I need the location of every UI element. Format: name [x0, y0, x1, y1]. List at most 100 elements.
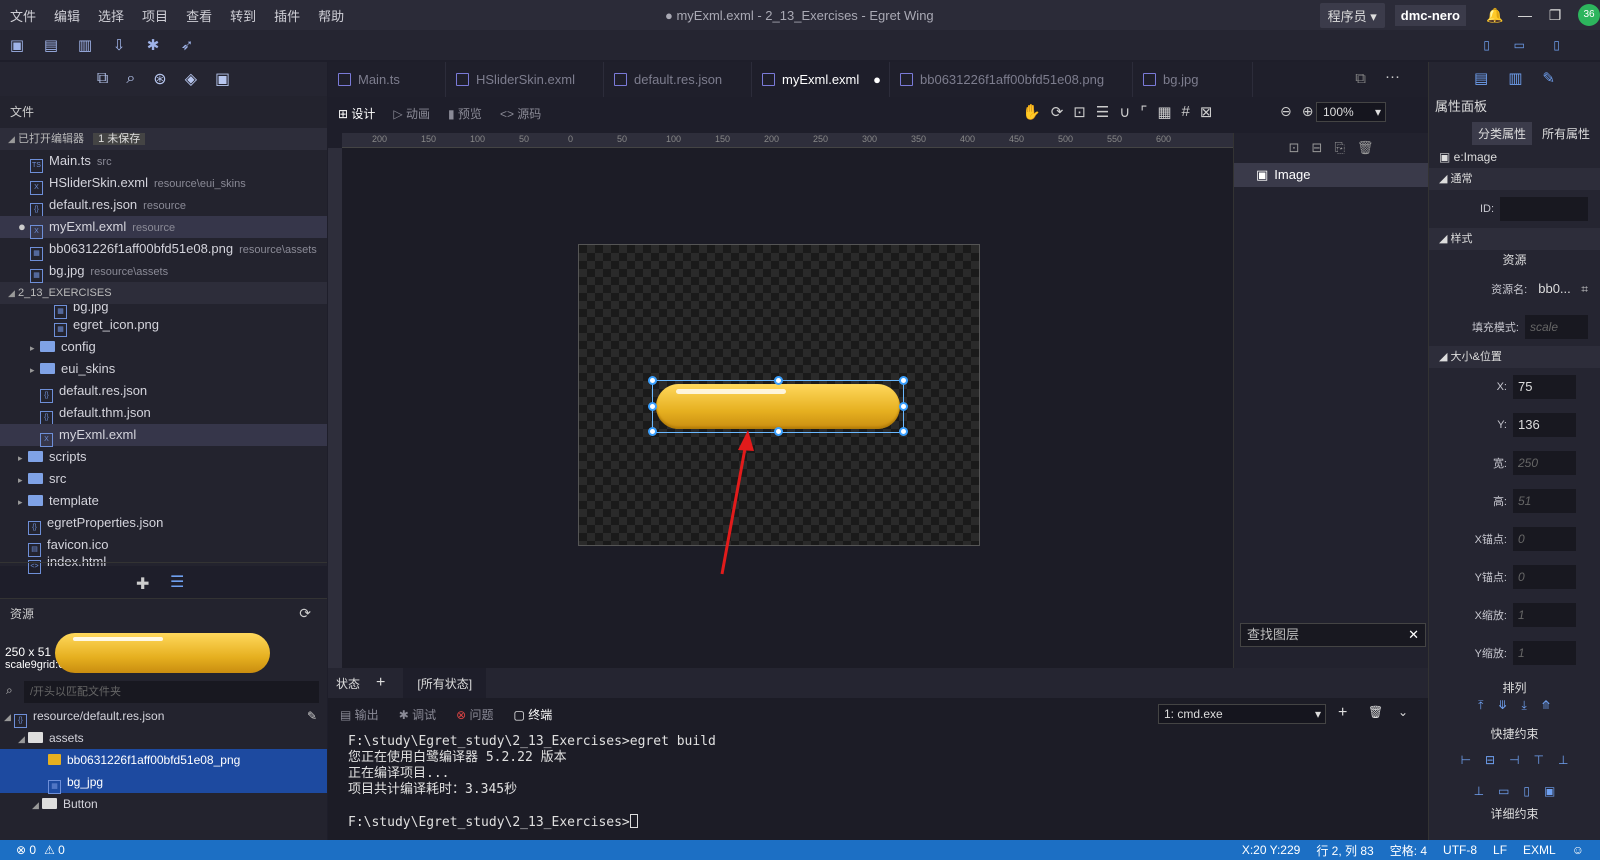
bring-front-icon[interactable]: ⤒: [1478, 698, 1483, 724]
tab-debug[interactable]: ✱ 调试: [399, 706, 436, 723]
id-input[interactable]: [1500, 197, 1588, 221]
zoom-select[interactable]: 100% ▾: [1316, 102, 1386, 122]
layer-search-input[interactable]: 查找图层 ✕: [1240, 623, 1426, 647]
tab-png[interactable]: bb0631226f1aff00bfd51e08.png: [890, 62, 1133, 97]
constraint-right-icon[interactable]: ⊣: [1509, 753, 1519, 767]
send-back-icon[interactable]: ⤊: [1541, 698, 1551, 724]
constraint-fill-icon[interactable]: ▣: [1544, 784, 1555, 798]
add-state-icon[interactable]: +: [376, 674, 385, 692]
zoom-out-icon[interactable]: ⊖: [1280, 103, 1292, 120]
open-file-item-active[interactable]: ● XmyExml.exml resource: [0, 216, 327, 239]
open-editors-header[interactable]: ◢ 已打开编辑器 1 未保存: [0, 128, 327, 150]
project-header[interactable]: ◢ 2_13_EXERCISES: [0, 282, 327, 304]
git-icon[interactable]: ⊛: [153, 69, 166, 89]
tab-bg[interactable]: bg.jpg: [1133, 62, 1253, 97]
menu-view[interactable]: 查看: [186, 6, 212, 25]
constraint-hfill-icon[interactable]: ▭: [1498, 784, 1509, 798]
design-canvas[interactable]: [342, 148, 1233, 668]
menu-goto[interactable]: 转到: [230, 6, 256, 25]
menu-plugins[interactable]: 插件: [274, 6, 300, 25]
width-input[interactable]: 250: [1513, 451, 1576, 475]
menu-edit[interactable]: 编辑: [54, 6, 80, 25]
clear-icon[interactable]: ✕: [1408, 624, 1419, 646]
tree-item[interactable]: {} default.thm.json: [0, 402, 327, 425]
constraint-vcenter-icon[interactable]: ⊥: [1474, 784, 1484, 798]
section-size-position[interactable]: ◢ 大小&位置: [1429, 346, 1600, 368]
corner-icon[interactable]: ⌜: [1140, 103, 1147, 121]
search-icon[interactable]: ⌕: [126, 70, 135, 88]
terminal-output[interactable]: F:\study\Egret_study\2_13_Exercises>egre…: [328, 730, 1428, 831]
state-all-tab[interactable]: [所有状态]: [403, 667, 487, 699]
shell-select[interactable]: 1: cmd.exe ▾: [1158, 704, 1326, 724]
section-common[interactable]: ◢ 通常: [1429, 168, 1600, 190]
image-icon[interactable]: ⊠: [1200, 103, 1213, 121]
add-terminal-icon[interactable]: +: [1338, 704, 1347, 722]
height-input[interactable]: 51: [1513, 489, 1576, 513]
plugin-icon[interactable]: ✚: [136, 574, 149, 594]
fillmode-input[interactable]: scale: [1525, 315, 1588, 339]
bell-icon[interactable]: 🔔: [1480, 7, 1510, 24]
scale-x-input[interactable]: 1: [1513, 603, 1576, 627]
tab-myexml[interactable]: myExml.exml ●: [752, 62, 890, 97]
menu-file[interactable]: 文件: [10, 6, 36, 25]
resname-input[interactable]: bb0...: [1533, 277, 1577, 301]
role-select[interactable]: 程序员 ▾: [1319, 2, 1385, 28]
zoom-in-icon[interactable]: ⊕: [1302, 103, 1314, 120]
user-button[interactable]: dmc-nero: [1394, 4, 1466, 26]
new-file-icon[interactable]: ▣: [0, 36, 34, 54]
tree-folder[interactable]: ▸ template: [0, 490, 327, 512]
res-item-selected[interactable]: ▦ bg_jpg: [0, 771, 327, 794]
constraint-left-icon[interactable]: ⊢: [1461, 753, 1471, 767]
all-props-button[interactable]: 所有属性: [1538, 122, 1594, 145]
errors-count[interactable]: ⊗ 0: [16, 843, 36, 857]
tab-animation[interactable]: ▷ 动画: [393, 105, 430, 122]
trash-icon[interactable]: 🗑: [1357, 140, 1374, 156]
tree-item[interactable]: {} egretProperties.json: [0, 512, 327, 535]
save-icon[interactable]: ▤: [34, 36, 68, 54]
tab-hsliderskin[interactable]: HSliderSkin.exml: [446, 62, 604, 97]
chevron-down-icon[interactable]: ⌄: [1398, 705, 1408, 719]
res-group[interactable]: ◢ assets: [0, 727, 327, 749]
send-backward-icon[interactable]: ⤓: [1522, 698, 1527, 724]
filter-input[interactable]: /开头以匹配文件夹: [24, 681, 319, 703]
tab-output[interactable]: ▤ 输出: [340, 706, 379, 723]
tree-item[interactable]: ▤ favicon.ico: [0, 534, 327, 557]
magnet-icon[interactable]: ∪: [1119, 103, 1130, 121]
maximize-button[interactable]: ❐: [1540, 7, 1570, 24]
layer-item[interactable]: ▣ Image: [1234, 163, 1428, 187]
refresh-icon[interactable]: ⟳: [299, 605, 311, 622]
refresh-icon[interactable]: ⟳: [1051, 103, 1064, 121]
constraint-vfill-icon[interactable]: ▯: [1523, 784, 1530, 798]
open-file-item[interactable]: X HSliderSkin.exml resource\eui_skins: [0, 172, 327, 195]
cursor-position[interactable]: 行 2, 列 83: [1316, 842, 1373, 859]
library-icon[interactable]: ▥: [1508, 69, 1522, 87]
tab-design[interactable]: ⊞ 设计: [338, 105, 375, 122]
extensions-icon[interactable]: ◈: [185, 69, 197, 89]
open-file-item[interactable]: ▦ bg.jpg resource\assets: [0, 260, 327, 283]
brush-icon[interactable]: ✎: [1542, 69, 1555, 87]
properties-icon[interactable]: ▤: [1474, 69, 1488, 87]
tab-terminal[interactable]: ▢ 终端: [514, 706, 553, 723]
y-input[interactable]: 136: [1513, 413, 1576, 437]
guide-icon[interactable]: #: [1182, 103, 1190, 121]
build-icon[interactable]: ⇩: [102, 36, 136, 54]
tree-item-active[interactable]: XmyExml.exml: [0, 424, 327, 447]
layer-copy-icon[interactable]: ⎘: [1334, 140, 1344, 156]
tab-default-res[interactable]: default.res.json: [604, 62, 752, 97]
feedback-icon[interactable]: ☺: [1572, 843, 1584, 857]
minimize-button[interactable]: —: [1510, 7, 1540, 23]
anchor-y-input[interactable]: 0: [1513, 565, 1576, 589]
fit-icon[interactable]: ⊡: [1073, 103, 1086, 121]
res-group[interactable]: ◢ Button: [0, 793, 327, 815]
line-ending[interactable]: LF: [1493, 843, 1507, 857]
publish-icon[interactable]: ➶: [170, 36, 204, 54]
open-file-item[interactable]: ▦ bb0631226f1aff00bfd51e08.png resource\as…: [0, 238, 327, 261]
layout-right-icon[interactable]: ▯: [1553, 38, 1560, 52]
language-mode[interactable]: EXML: [1523, 843, 1556, 857]
x-input[interactable]: 75: [1513, 375, 1576, 399]
bring-forward-icon[interactable]: ⤋: [1497, 698, 1507, 724]
tree-item[interactable]: ▦ egret_icon.png: [0, 314, 327, 337]
grid-icon[interactable]: ▦: [1157, 103, 1171, 121]
layout-bottom-icon[interactable]: ▭: [1514, 38, 1525, 52]
category-props-button[interactable]: 分类属性: [1471, 121, 1532, 145]
